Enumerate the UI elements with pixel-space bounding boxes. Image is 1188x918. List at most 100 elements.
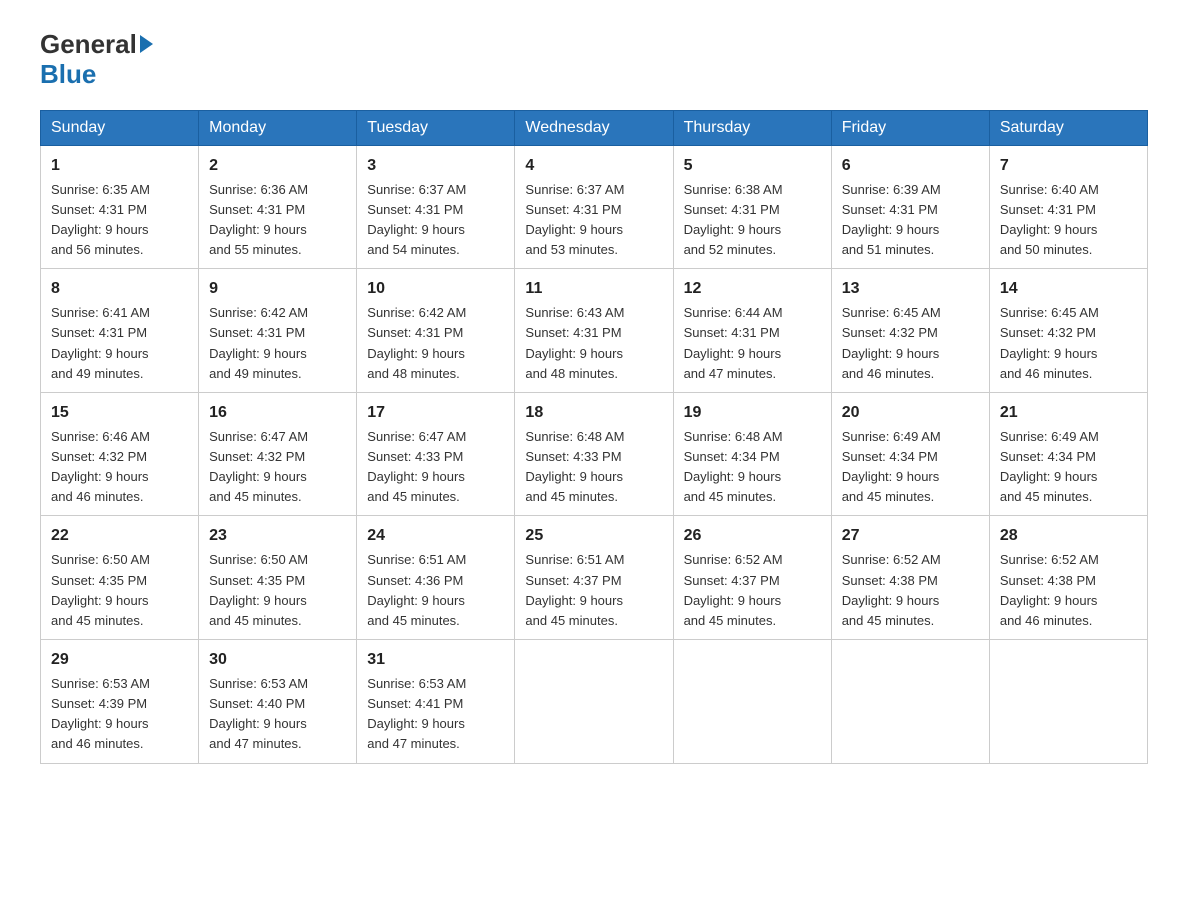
day-info: Sunrise: 6:35 AMSunset: 4:31 PMDaylight:…	[51, 180, 188, 261]
day-info: Sunrise: 6:52 AMSunset: 4:38 PMDaylight:…	[1000, 550, 1137, 631]
calendar-week-row: 8Sunrise: 6:41 AMSunset: 4:31 PMDaylight…	[41, 269, 1148, 393]
calendar-cell: 18Sunrise: 6:48 AMSunset: 4:33 PMDayligh…	[515, 392, 673, 516]
day-info: Sunrise: 6:47 AMSunset: 4:32 PMDaylight:…	[209, 427, 346, 508]
day-info: Sunrise: 6:42 AMSunset: 4:31 PMDaylight:…	[209, 303, 346, 384]
day-info: Sunrise: 6:48 AMSunset: 4:33 PMDaylight:…	[525, 427, 662, 508]
calendar-cell: 16Sunrise: 6:47 AMSunset: 4:32 PMDayligh…	[199, 392, 357, 516]
day-number: 4	[525, 154, 662, 178]
day-of-week-saturday: Saturday	[989, 110, 1147, 145]
calendar-cell: 26Sunrise: 6:52 AMSunset: 4:37 PMDayligh…	[673, 516, 831, 640]
day-number: 9	[209, 277, 346, 301]
calendar-cell: 2Sunrise: 6:36 AMSunset: 4:31 PMDaylight…	[199, 145, 357, 269]
day-of-week-monday: Monday	[199, 110, 357, 145]
day-number: 18	[525, 401, 662, 425]
day-info: Sunrise: 6:53 AMSunset: 4:39 PMDaylight:…	[51, 674, 188, 755]
calendar-cell: 14Sunrise: 6:45 AMSunset: 4:32 PMDayligh…	[989, 269, 1147, 393]
logo-general-part: General	[40, 29, 137, 59]
day-number: 10	[367, 277, 504, 301]
day-info: Sunrise: 6:46 AMSunset: 4:32 PMDaylight:…	[51, 427, 188, 508]
day-number: 2	[209, 154, 346, 178]
calendar-cell: 22Sunrise: 6:50 AMSunset: 4:35 PMDayligh…	[41, 516, 199, 640]
calendar-cell: 10Sunrise: 6:42 AMSunset: 4:31 PMDayligh…	[357, 269, 515, 393]
day-of-week-thursday: Thursday	[673, 110, 831, 145]
day-info: Sunrise: 6:52 AMSunset: 4:38 PMDaylight:…	[842, 550, 979, 631]
day-number: 3	[367, 154, 504, 178]
day-of-week-friday: Friday	[831, 110, 989, 145]
day-of-week-sunday: Sunday	[41, 110, 199, 145]
day-info: Sunrise: 6:47 AMSunset: 4:33 PMDaylight:…	[367, 427, 504, 508]
calendar-cell: 25Sunrise: 6:51 AMSunset: 4:37 PMDayligh…	[515, 516, 673, 640]
calendar-cell: 23Sunrise: 6:50 AMSunset: 4:35 PMDayligh…	[199, 516, 357, 640]
day-number: 16	[209, 401, 346, 425]
calendar-cell: 13Sunrise: 6:45 AMSunset: 4:32 PMDayligh…	[831, 269, 989, 393]
day-info: Sunrise: 6:51 AMSunset: 4:37 PMDaylight:…	[525, 550, 662, 631]
day-number: 6	[842, 154, 979, 178]
calendar-cell: 8Sunrise: 6:41 AMSunset: 4:31 PMDaylight…	[41, 269, 199, 393]
day-info: Sunrise: 6:37 AMSunset: 4:31 PMDaylight:…	[525, 180, 662, 261]
day-number: 1	[51, 154, 188, 178]
day-number: 15	[51, 401, 188, 425]
calendar-cell: 11Sunrise: 6:43 AMSunset: 4:31 PMDayligh…	[515, 269, 673, 393]
calendar-cell: 1Sunrise: 6:35 AMSunset: 4:31 PMDaylight…	[41, 145, 199, 269]
day-info: Sunrise: 6:49 AMSunset: 4:34 PMDaylight:…	[842, 427, 979, 508]
day-info: Sunrise: 6:40 AMSunset: 4:31 PMDaylight:…	[1000, 180, 1137, 261]
day-number: 29	[51, 648, 188, 672]
day-number: 30	[209, 648, 346, 672]
day-info: Sunrise: 6:50 AMSunset: 4:35 PMDaylight:…	[209, 550, 346, 631]
day-number: 14	[1000, 277, 1137, 301]
calendar-cell	[831, 640, 989, 764]
calendar-table: SundayMondayTuesdayWednesdayThursdayFrid…	[40, 110, 1148, 764]
day-number: 27	[842, 524, 979, 548]
day-info: Sunrise: 6:39 AMSunset: 4:31 PMDaylight:…	[842, 180, 979, 261]
calendar-cell: 4Sunrise: 6:37 AMSunset: 4:31 PMDaylight…	[515, 145, 673, 269]
calendar-cell: 5Sunrise: 6:38 AMSunset: 4:31 PMDaylight…	[673, 145, 831, 269]
day-info: Sunrise: 6:43 AMSunset: 4:31 PMDaylight:…	[525, 303, 662, 384]
calendar-cell: 17Sunrise: 6:47 AMSunset: 4:33 PMDayligh…	[357, 392, 515, 516]
calendar-week-row: 22Sunrise: 6:50 AMSunset: 4:35 PMDayligh…	[41, 516, 1148, 640]
day-number: 11	[525, 277, 662, 301]
logo-arrow-icon	[140, 35, 153, 53]
calendar-cell: 7Sunrise: 6:40 AMSunset: 4:31 PMDaylight…	[989, 145, 1147, 269]
day-number: 7	[1000, 154, 1137, 178]
calendar-cell: 28Sunrise: 6:52 AMSunset: 4:38 PMDayligh…	[989, 516, 1147, 640]
day-info: Sunrise: 6:53 AMSunset: 4:41 PMDaylight:…	[367, 674, 504, 755]
calendar-cell: 19Sunrise: 6:48 AMSunset: 4:34 PMDayligh…	[673, 392, 831, 516]
calendar-cell: 3Sunrise: 6:37 AMSunset: 4:31 PMDaylight…	[357, 145, 515, 269]
calendar-cell: 6Sunrise: 6:39 AMSunset: 4:31 PMDaylight…	[831, 145, 989, 269]
logo: General Blue	[40, 30, 153, 90]
day-number: 22	[51, 524, 188, 548]
logo-wordmark: General Blue	[40, 30, 153, 90]
calendar-cell: 21Sunrise: 6:49 AMSunset: 4:34 PMDayligh…	[989, 392, 1147, 516]
day-info: Sunrise: 6:45 AMSunset: 4:32 PMDaylight:…	[842, 303, 979, 384]
day-info: Sunrise: 6:45 AMSunset: 4:32 PMDaylight:…	[1000, 303, 1137, 384]
calendar-cell: 29Sunrise: 6:53 AMSunset: 4:39 PMDayligh…	[41, 640, 199, 764]
day-info: Sunrise: 6:49 AMSunset: 4:34 PMDaylight:…	[1000, 427, 1137, 508]
day-info: Sunrise: 6:52 AMSunset: 4:37 PMDaylight:…	[684, 550, 821, 631]
calendar-week-row: 29Sunrise: 6:53 AMSunset: 4:39 PMDayligh…	[41, 640, 1148, 764]
day-number: 26	[684, 524, 821, 548]
day-info: Sunrise: 6:48 AMSunset: 4:34 PMDaylight:…	[684, 427, 821, 508]
day-info: Sunrise: 6:36 AMSunset: 4:31 PMDaylight:…	[209, 180, 346, 261]
day-info: Sunrise: 6:50 AMSunset: 4:35 PMDaylight:…	[51, 550, 188, 631]
day-info: Sunrise: 6:38 AMSunset: 4:31 PMDaylight:…	[684, 180, 821, 261]
page-header: General Blue	[40, 30, 1148, 90]
calendar-cell: 24Sunrise: 6:51 AMSunset: 4:36 PMDayligh…	[357, 516, 515, 640]
day-info: Sunrise: 6:37 AMSunset: 4:31 PMDaylight:…	[367, 180, 504, 261]
calendar-header-row: SundayMondayTuesdayWednesdayThursdayFrid…	[41, 110, 1148, 145]
calendar-cell	[989, 640, 1147, 764]
day-number: 23	[209, 524, 346, 548]
day-of-week-wednesday: Wednesday	[515, 110, 673, 145]
calendar-cell: 15Sunrise: 6:46 AMSunset: 4:32 PMDayligh…	[41, 392, 199, 516]
day-number: 13	[842, 277, 979, 301]
day-number: 20	[842, 401, 979, 425]
calendar-cell: 12Sunrise: 6:44 AMSunset: 4:31 PMDayligh…	[673, 269, 831, 393]
day-info: Sunrise: 6:51 AMSunset: 4:36 PMDaylight:…	[367, 550, 504, 631]
day-number: 12	[684, 277, 821, 301]
day-number: 17	[367, 401, 504, 425]
day-of-week-tuesday: Tuesday	[357, 110, 515, 145]
logo-blue-part: Blue	[40, 59, 96, 89]
day-number: 24	[367, 524, 504, 548]
day-number: 21	[1000, 401, 1137, 425]
calendar-cell	[515, 640, 673, 764]
calendar-cell: 9Sunrise: 6:42 AMSunset: 4:31 PMDaylight…	[199, 269, 357, 393]
